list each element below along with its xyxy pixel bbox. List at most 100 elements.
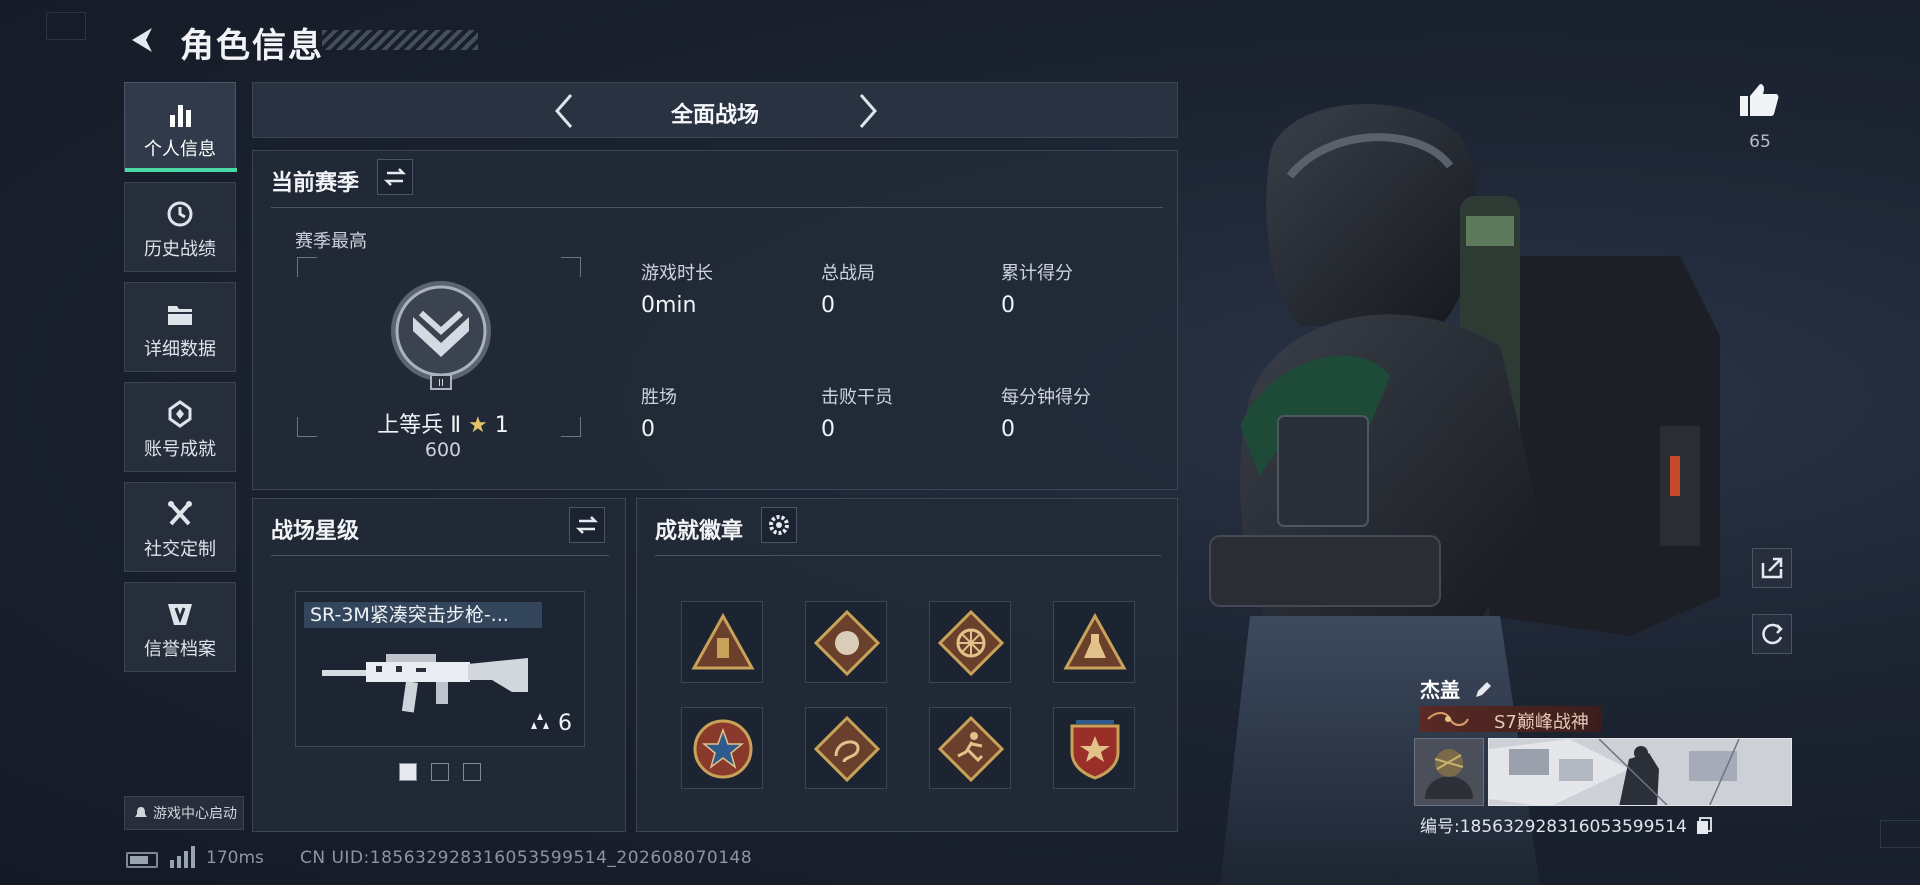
star-cluster-icon	[531, 713, 549, 729]
stat-value: 0	[1001, 293, 1015, 318]
rank-score: 600	[424, 439, 462, 461]
title-tag: S7巅峰战神	[1420, 706, 1602, 733]
triangle-badge-icon	[691, 612, 755, 670]
sidebar-item-details[interactable]: 详细数据	[124, 282, 236, 372]
rank-emblem-icon: II	[391, 281, 491, 390]
history-icon	[167, 201, 193, 227]
like-count: 65	[1749, 132, 1771, 152]
chevron-right-icon[interactable]	[847, 91, 887, 131]
swap-season-button[interactable]	[377, 159, 413, 195]
avatar-card[interactable]	[1414, 738, 1484, 806]
weapon-name: SR-3M紧凑突击步枪-...	[304, 602, 542, 628]
tools-icon	[168, 501, 192, 526]
bell-icon	[135, 807, 147, 817]
refresh-icon	[1762, 623, 1783, 645]
player-name: 杰盖	[1420, 674, 1493, 703]
player-id-text: 编号:185632928316053599514	[1420, 817, 1687, 837]
eagle-shield-badge-icon	[1070, 720, 1120, 780]
signal-strength-icon	[170, 846, 195, 868]
panel-divider	[655, 555, 1161, 556]
panel-divider	[271, 555, 609, 556]
avatar-image	[1415, 739, 1483, 805]
rank-name-text: 上等兵 Ⅱ	[377, 413, 462, 438]
sidebar-item-reputation[interactable]: 信誉档案	[124, 582, 236, 672]
wheel-badge-icon	[938, 610, 1004, 676]
runner-badge-icon	[938, 716, 1004, 782]
sidebar-item-achievements[interactable]: 账号成就	[124, 382, 236, 472]
swap-icon	[575, 516, 599, 534]
edit-icon[interactable]	[1473, 680, 1493, 700]
uid-text: CN UID:185632928316053599514_20260807014…	[300, 848, 753, 868]
achievement-badges-panel: 成就徽章	[636, 498, 1178, 832]
badge-slot[interactable]	[681, 707, 763, 789]
badge-settings-button[interactable]	[761, 507, 797, 543]
name-card-image	[1489, 739, 1791, 805]
current-season-panel: 当前赛季 赛季最高 II 上等兵 Ⅱ ★ 1 600 游戏时长 0min 总战局…	[252, 150, 1178, 490]
copy-icon[interactable]	[1696, 817, 1713, 835]
stat-value: 0	[821, 417, 835, 442]
panel-title: 战场星级	[271, 519, 360, 544]
swap-weapon-button[interactable]	[569, 507, 605, 543]
wolf-badge-icon	[814, 610, 880, 676]
page-indicator-active[interactable]	[399, 763, 417, 781]
title-stripe-decoration	[322, 30, 478, 50]
name-card-background[interactable]	[1488, 738, 1792, 806]
badge-slot[interactable]	[929, 601, 1011, 683]
stat-label: 击败干员	[821, 387, 893, 408]
sidebar-item-personal-info[interactable]: 个人信息	[124, 82, 237, 172]
stat-value: 0min	[641, 293, 697, 318]
share-icon	[1761, 557, 1783, 579]
badge-slot[interactable]	[805, 707, 887, 789]
season-best-label: 赛季最高	[295, 231, 367, 252]
panel-title: 当前赛季	[271, 171, 360, 196]
sidebar-item-label: 详细数据	[144, 339, 216, 360]
player-id: 编号:185632928316053599514	[1420, 812, 1713, 837]
sidebar-item-label: 信誉档案	[144, 639, 216, 660]
panel-divider	[271, 207, 1163, 208]
stat-label: 胜场	[641, 387, 677, 408]
weapon-star-level: 6	[529, 711, 572, 736]
thumbs-up-icon[interactable]	[1738, 80, 1780, 120]
mode-title: 全面战场	[670, 103, 759, 128]
achievement-icon	[168, 400, 192, 428]
ping-value: 170ms	[206, 848, 264, 868]
sidebar-item-history[interactable]: 历史战绩	[124, 182, 236, 272]
page-indicator[interactable]	[463, 763, 481, 781]
panel-title: 成就徽章	[655, 519, 744, 544]
player-name-text: 杰盖	[1420, 678, 1460, 702]
sidebar-item-label: 历史战绩	[144, 239, 216, 260]
badge-slot[interactable]	[681, 601, 763, 683]
title-tag-text: S7巅峰战神	[1494, 712, 1589, 733]
shield-icon	[168, 604, 192, 625]
rank-name: 上等兵 Ⅱ ★ 1	[293, 407, 593, 439]
sidebar-item-social[interactable]: 社交定制	[124, 482, 236, 572]
rotate-button[interactable]	[1752, 614, 1792, 654]
badge-slot[interactable]	[1053, 707, 1135, 789]
rank-star-icon: ★	[468, 413, 488, 438]
active-indicator	[125, 168, 237, 172]
badge-slot[interactable]	[929, 707, 1011, 789]
folder-icon	[168, 306, 192, 325]
sidebar-item-label: 账号成就	[144, 439, 216, 460]
page-indicator[interactable]	[431, 763, 449, 781]
stat-label: 累计得分	[1001, 263, 1073, 284]
frame-corner-decoration	[46, 12, 86, 40]
stat-value: 0	[641, 417, 655, 442]
stat-value: 0	[1001, 417, 1015, 442]
battlefield-stars-panel: 战场星级 SR-3M紧凑突击步枪-... 6	[252, 498, 626, 832]
stat-value: 0	[821, 293, 835, 318]
weapon-card[interactable]: SR-3M紧凑突击步枪-... 6	[295, 591, 585, 747]
badge-slot[interactable]	[1053, 601, 1135, 683]
dragon-badge-icon	[814, 716, 880, 782]
page-title: 角色信息	[180, 26, 324, 66]
svg-text:II: II	[438, 378, 444, 389]
gear-icon	[769, 515, 789, 535]
stat-label: 游戏时长	[641, 263, 713, 284]
swap-icon	[383, 168, 407, 186]
rifle-icon	[322, 654, 528, 713]
back-arrow-icon[interactable]	[124, 22, 160, 58]
share-button[interactable]	[1752, 548, 1792, 588]
frame-corner-decoration	[1880, 820, 1920, 848]
sidebar-item-label: 社交定制	[144, 539, 216, 560]
badge-slot[interactable]	[805, 601, 887, 683]
